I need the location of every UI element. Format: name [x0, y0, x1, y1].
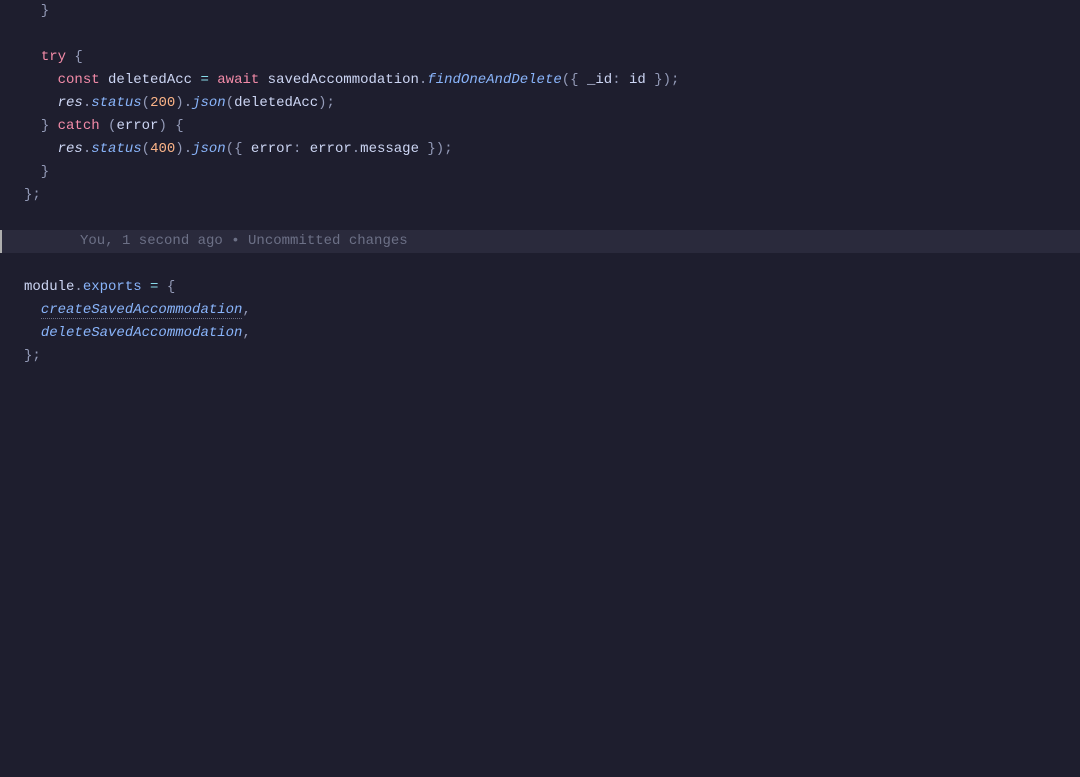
code-line[interactable]: res.status(400).json({ error: error.mess… [0, 138, 1080, 161]
code-line[interactable] [0, 253, 1080, 276]
method-name: json [192, 95, 226, 111]
code-line[interactable]: createSavedAccommodation, [0, 299, 1080, 322]
paren: ( [226, 95, 234, 111]
method-name: status [91, 95, 141, 111]
brace: }; [24, 187, 41, 203]
code-line[interactable]: } [0, 0, 1080, 23]
keyword-await: await [209, 72, 259, 88]
export-property: deleteSavedAccommodation [41, 325, 243, 341]
brace: } [24, 164, 49, 180]
paren: ) { [158, 118, 183, 134]
code-line[interactable]: res.status(200).json(deletedAcc); [0, 92, 1080, 115]
keyword-try: try [41, 49, 66, 65]
method-name: findOneAndDelete [427, 72, 561, 88]
code-line[interactable] [0, 23, 1080, 46]
dot: . [184, 95, 192, 111]
variable: deletedAcc [100, 72, 201, 88]
keyword-catch: catch [58, 118, 100, 134]
paren: ({ [562, 72, 587, 88]
brace: { [158, 279, 175, 295]
exports-keyword: exports [83, 279, 150, 295]
paren: ({ [226, 141, 251, 157]
keyword-const: const [58, 72, 100, 88]
method-name: status [91, 141, 141, 157]
brace: { [66, 49, 83, 65]
paren: ) [175, 141, 183, 157]
dot: . [83, 141, 91, 157]
property-key: error [251, 141, 293, 157]
property-value: id [621, 72, 655, 88]
paren: }); [654, 72, 679, 88]
paren: }); [427, 141, 452, 157]
number-literal: 400 [150, 141, 175, 157]
argument: deletedAcc [234, 95, 318, 111]
code-line[interactable]: }; [0, 184, 1080, 207]
gitlens-annotation-line[interactable]: You, 1 second ago • Uncommitted changes [0, 230, 1080, 253]
comma: , [242, 325, 250, 341]
module-keyword: module [24, 279, 74, 295]
property: message [360, 141, 427, 157]
gitlens-blame-text: You, 1 second ago • Uncommitted changes [24, 230, 408, 253]
variable: res [58, 95, 83, 111]
comma: , [242, 302, 250, 318]
dot: . [83, 95, 91, 111]
dot: . [184, 141, 192, 157]
variable: res [58, 141, 83, 157]
code-line[interactable]: const deletedAcc = await savedAccommodat… [0, 69, 1080, 92]
dot: . [74, 279, 82, 295]
code-editor[interactable]: } try { const deletedAcc = await savedAc… [0, 0, 1080, 368]
paren: ( [142, 95, 150, 111]
brace: } [41, 118, 58, 134]
code-token: } [24, 3, 49, 19]
brace: }; [24, 348, 41, 364]
colon: : [612, 72, 620, 88]
dot: . [352, 141, 360, 157]
object-name: savedAccommodation [259, 72, 419, 88]
operator-equals: = [200, 72, 208, 88]
number-literal: 200 [150, 95, 175, 111]
paren: ( [142, 141, 150, 157]
code-line[interactable]: } catch (error) { [0, 115, 1080, 138]
code-line[interactable]: }; [0, 345, 1080, 368]
method-name: json [192, 141, 226, 157]
code-line[interactable]: } [0, 161, 1080, 184]
paren: ) [175, 95, 183, 111]
variable: error [301, 141, 351, 157]
code-line[interactable] [0, 207, 1080, 230]
parameter: error [116, 118, 158, 134]
paren: ( [100, 118, 117, 134]
cursor-indicator [0, 230, 2, 253]
property-key: _id [587, 72, 612, 88]
code-line[interactable]: deleteSavedAccommodation, [0, 322, 1080, 345]
paren: ); [318, 95, 335, 111]
code-line[interactable]: module.exports = { [0, 276, 1080, 299]
export-property: createSavedAccommodation [41, 302, 243, 319]
code-line[interactable]: try { [0, 46, 1080, 69]
